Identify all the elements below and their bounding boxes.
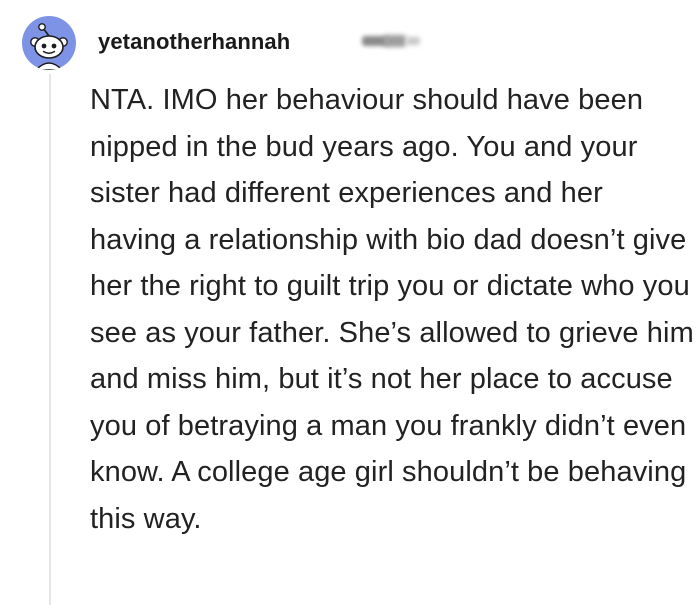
comment-username[interactable]: yetanotherhannah: [98, 29, 290, 55]
comment-body-text: NTA. IMO her behaviour should have been …: [90, 84, 694, 535]
user-avatar[interactable]: [22, 16, 76, 70]
redacted-metadata: [362, 33, 424, 49]
thread-collapse-line[interactable]: [49, 74, 51, 605]
reddit-snoo-avatar-icon: [30, 23, 68, 70]
comment: yetanotherhannah NTA. IMO her behaviour …: [0, 0, 700, 605]
